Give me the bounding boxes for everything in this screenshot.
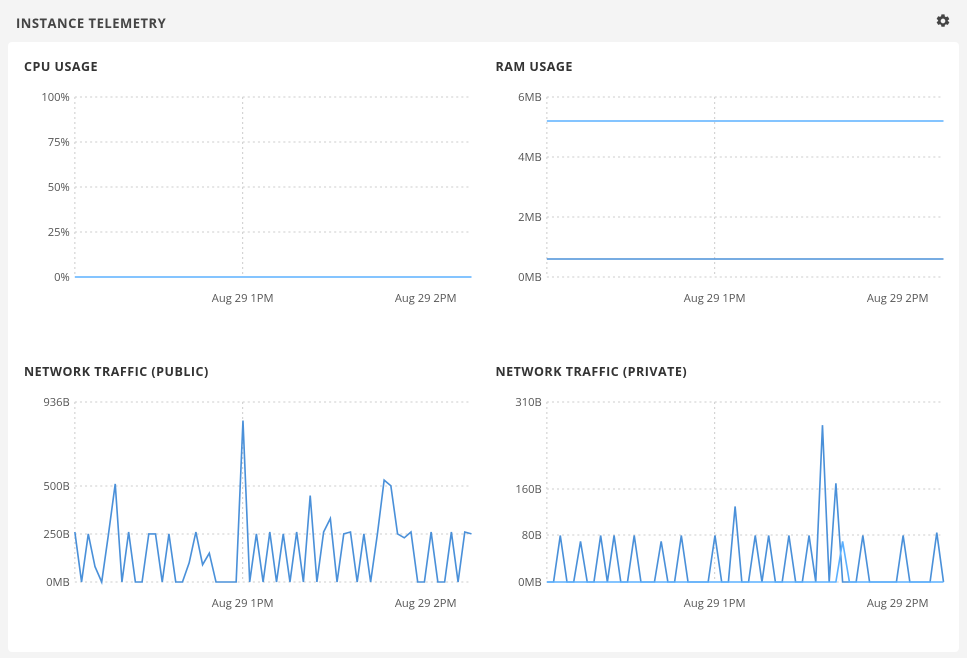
xtick: Aug 29 2PM bbox=[866, 291, 928, 306]
ytick: 6MB bbox=[518, 90, 542, 105]
net-private-in-line bbox=[546, 425, 943, 582]
ram-grid bbox=[546, 97, 943, 277]
chart-ram: RAM USAGE 6MB 4MB 2MB bbox=[496, 58, 944, 339]
ytick: 0MB bbox=[518, 575, 542, 590]
ytick: 160B bbox=[515, 482, 541, 497]
ytick: 50% bbox=[48, 180, 70, 195]
ytick: 100% bbox=[41, 90, 69, 105]
telemetry-panel: INSTANCE TELEMETRY CPU USAGE bbox=[0, 0, 967, 658]
ytick: 0% bbox=[54, 270, 70, 285]
chart-cpu: CPU USAGE 100% 75% bbox=[24, 58, 472, 339]
xtick: Aug 29 1PM bbox=[683, 596, 745, 611]
xtick: Aug 29 2PM bbox=[866, 596, 928, 611]
xtick: Aug 29 2PM bbox=[395, 596, 457, 611]
ytick: 2MB bbox=[518, 210, 542, 225]
ytick: 0MB bbox=[46, 575, 70, 590]
xtick: Aug 29 1PM bbox=[683, 291, 745, 306]
chart-title-net-public: NETWORK TRAFFIC (PUBLIC) bbox=[24, 363, 472, 380]
panel-header: INSTANCE TELEMETRY bbox=[0, 0, 967, 42]
ytick: 310B bbox=[515, 395, 541, 410]
ytick: 75% bbox=[48, 135, 70, 150]
ytick: 25% bbox=[48, 225, 70, 240]
ytick: 500B bbox=[43, 479, 69, 494]
ytick: 936B bbox=[43, 395, 69, 410]
cpu-grid bbox=[75, 97, 472, 277]
chart-title-ram: RAM USAGE bbox=[496, 58, 944, 75]
ytick: 250B bbox=[43, 527, 69, 542]
telemetry-card: CPU USAGE 100% 75% bbox=[8, 42, 959, 652]
chart-title-net-private: NETWORK TRAFFIC (PRIVATE) bbox=[496, 363, 944, 380]
panel-title: INSTANCE TELEMETRY bbox=[16, 14, 166, 32]
xtick: Aug 29 1PM bbox=[212, 291, 274, 306]
ytick: 0MB bbox=[518, 270, 542, 285]
gear-icon[interactable] bbox=[935, 12, 951, 34]
ytick: 80B bbox=[521, 528, 541, 543]
chart-title-cpu: CPU USAGE bbox=[24, 58, 472, 75]
ytick: 4MB bbox=[518, 150, 542, 165]
net-public-series-line bbox=[75, 421, 472, 583]
chart-net-public: NETWORK TRAFFIC (PUBLIC) 936B 500B bbox=[24, 363, 472, 644]
xtick: Aug 29 2PM bbox=[395, 291, 457, 306]
chart-net-private: NETWORK TRAFFIC (PRIVATE) 310B 160B bbox=[496, 363, 944, 644]
net-private-grid bbox=[546, 402, 943, 582]
xtick: Aug 29 1PM bbox=[212, 596, 274, 611]
